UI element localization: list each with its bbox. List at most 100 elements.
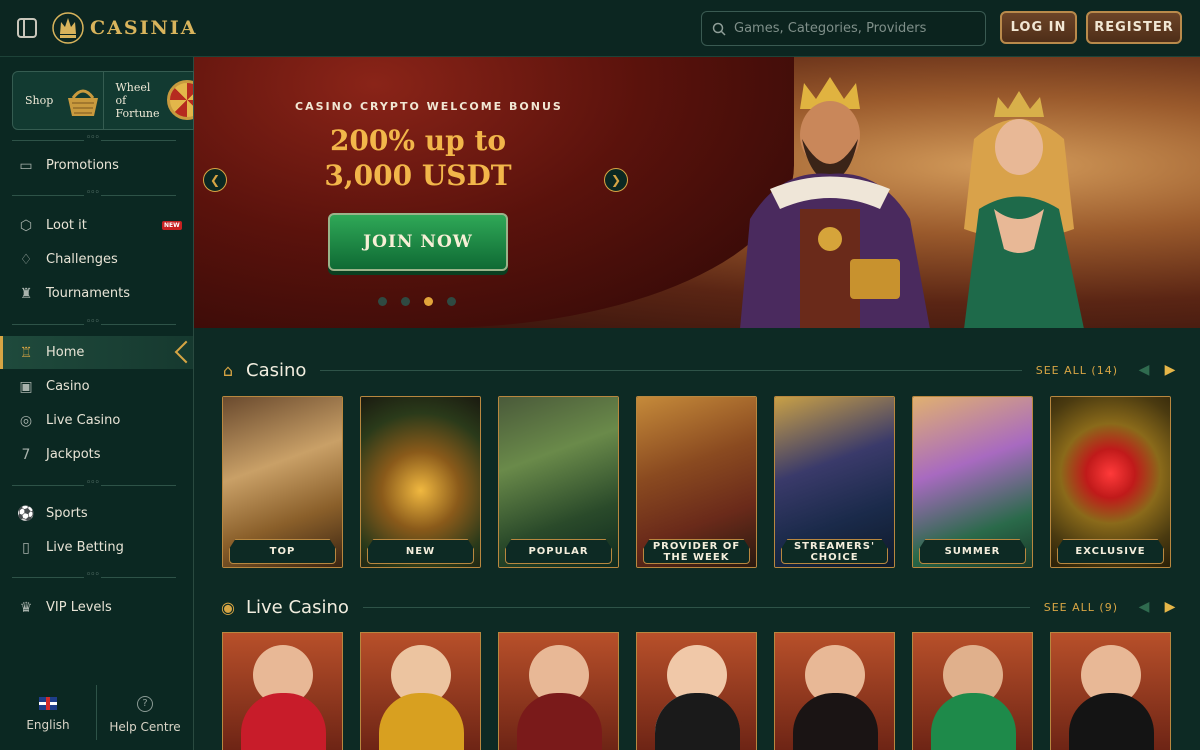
language-label: English [26, 718, 70, 732]
seven-icon: 7 [21, 446, 31, 463]
casino-building-icon: ⌂ [222, 360, 234, 380]
scroll-right-icon[interactable]: ▶ [1162, 599, 1178, 615]
casino-section-header: ⌂ Casino SEE ALL (14) ◀ ▶ [218, 357, 1178, 383]
carousel-dot-active[interactable] [424, 297, 433, 306]
carousel-dot[interactable] [401, 297, 410, 306]
help-centre-link[interactable]: ? Help Centre [97, 679, 193, 750]
live-dealer-row [222, 632, 1171, 750]
live-dealer-card[interactable] [912, 632, 1033, 750]
sidebar-toggle-icon[interactable] [17, 18, 37, 38]
carousel-dot[interactable] [378, 297, 387, 306]
sidebar-item-challenges[interactable]: ♢ Challenges [0, 243, 193, 276]
wheel-label-line1: Wheel [115, 81, 151, 94]
promo-tiles: Shop Wheel of Fortune [12, 71, 194, 130]
carousel-dots [378, 297, 456, 306]
search-input[interactable] [734, 21, 974, 36]
dealer-outfit [793, 693, 878, 750]
sidebar-item-promotions[interactable]: ▭ Promotions [0, 149, 193, 182]
section-title: Live Casino [246, 596, 349, 618]
language-selector[interactable]: English [0, 679, 96, 750]
category-card-new[interactable]: NEW [360, 396, 481, 568]
shop-tile[interactable]: Shop [13, 72, 104, 129]
login-button[interactable]: LOG IN [1000, 11, 1077, 44]
category-card-top[interactable]: TOP [222, 396, 343, 568]
castle-icon: ♖ [19, 344, 33, 361]
new-badge: NEW [162, 221, 182, 230]
scroll-right-icon[interactable]: ▶ [1162, 362, 1178, 378]
live-casino-section-header: ◉ Live Casino SEE ALL (9) ◀ ▶ [218, 594, 1178, 620]
sidebar-item-live-casino[interactable]: ◎ Live Casino [0, 404, 193, 437]
sidebar-item-vip-levels[interactable]: ♛ VIP Levels [0, 591, 193, 624]
hero-prev-arrow-icon[interactable]: ❮ [203, 168, 227, 192]
hero-subtitle: CASINO CRYPTO WELCOME BONUS [295, 100, 563, 113]
gift-box-icon: ▭ [19, 157, 33, 174]
live-dealer-card[interactable] [774, 632, 895, 750]
queen-illustration [964, 91, 1084, 328]
sidebar-item-label: Loot it [46, 218, 87, 233]
card-label: POPULAR [505, 539, 612, 564]
soccer-ball-icon: ⚽ [17, 505, 35, 522]
dealer-outfit [379, 693, 464, 750]
hero-next-arrow-icon[interactable]: ❯ [604, 168, 628, 192]
search-icon [712, 22, 726, 36]
sidebar-item-casino[interactable]: ▣ Casino [0, 370, 193, 403]
live-dealer-card[interactable] [636, 632, 757, 750]
live-dealer-card[interactable] [1050, 632, 1171, 750]
sidebar-item-tournaments[interactable]: ♜ Tournaments [0, 277, 193, 310]
see-all-link[interactable]: SEE ALL (14) [1036, 364, 1118, 377]
live-dealer-card[interactable] [360, 632, 481, 750]
question-icon: ? [137, 695, 153, 712]
card-label: NEW [367, 539, 474, 564]
top-header: CASINIA LOG IN REGISTER [0, 0, 1200, 57]
see-all-link[interactable]: SEE ALL (9) [1044, 601, 1118, 614]
sidebar-divider [12, 133, 176, 143]
dealer-outfit [1069, 693, 1154, 750]
hero-banner[interactable]: CASINO CRYPTO WELCOME BONUS 200% up to 3… [194, 57, 1200, 328]
wheel-of-fortune-tile[interactable]: Wheel of Fortune [104, 72, 193, 129]
logo-text: CASINIA [90, 17, 198, 39]
sidebar-item-live-betting[interactable]: ▯ Live Betting [0, 531, 193, 564]
sidebar-item-label: Promotions [46, 158, 119, 173]
bell-icon: ♢ [19, 251, 33, 268]
category-card-provider-of-the-week[interactable]: PROVIDER OF THE WEEK [636, 396, 757, 568]
fortune-wheel-icon [167, 80, 193, 120]
shop-tile-label: Shop [25, 94, 54, 107]
casinia-logo[interactable]: CASINIA [52, 10, 197, 46]
category-card-exclusive[interactable]: EXCLUSIVE [1050, 396, 1171, 568]
wheel-label-line2: of [115, 94, 127, 107]
sidebar-item-sports[interactable]: ⚽ Sports [0, 497, 193, 530]
wheel-label-line3: Fortune [115, 107, 160, 120]
card-label: TOP [229, 539, 336, 564]
live-dealer-card[interactable] [498, 632, 619, 750]
hero-title: 200% up to 3,000 USDT [254, 123, 582, 193]
card-label: SUMMER [919, 539, 1026, 564]
sidebar-item-loot-it[interactable]: ⬡ Loot it NEW [0, 209, 193, 242]
carousel-dot[interactable] [447, 297, 456, 306]
sidebar-footer: English ? Help Centre [0, 679, 193, 750]
dealer-outfit [931, 693, 1016, 750]
category-card-summer[interactable]: SUMMER [912, 396, 1033, 568]
register-button[interactable]: REGISTER [1086, 11, 1182, 44]
sidebar-item-label: Sports [46, 506, 88, 521]
scroll-left-icon[interactable]: ◀ [1136, 362, 1152, 378]
sidebar-item-label: Tournaments [46, 286, 131, 301]
section-title: Casino [246, 359, 307, 381]
sidebar-item-label: Home [46, 345, 85, 360]
join-now-button[interactable]: JOIN NOW [328, 213, 508, 271]
live-dealer-card[interactable] [222, 632, 343, 750]
search-box[interactable] [701, 11, 986, 46]
poker-chip-icon: ◉ [221, 597, 235, 617]
casino-category-row: TOP NEW POPULAR PROVIDER OF THE WEEK STR… [222, 396, 1171, 568]
sidebar-item-home[interactable]: ♖ Home [0, 336, 193, 369]
category-card-streamers-choice[interactable]: STREAMERS' CHOICE [774, 396, 895, 568]
sidebar-item-jackpots[interactable]: 7 Jackpots [0, 438, 193, 471]
hero-title-line1: 200% up to [329, 124, 507, 157]
crown-icon: ♛ [19, 599, 33, 616]
sidebar-item-label: Live Casino [46, 413, 121, 428]
uk-flag-icon [39, 697, 57, 710]
scroll-left-icon[interactable]: ◀ [1136, 599, 1152, 615]
category-card-popular[interactable]: POPULAR [498, 396, 619, 568]
sidebar-divider [12, 570, 176, 580]
dealer-outfit [241, 693, 326, 750]
help-label: Help Centre [109, 719, 181, 734]
